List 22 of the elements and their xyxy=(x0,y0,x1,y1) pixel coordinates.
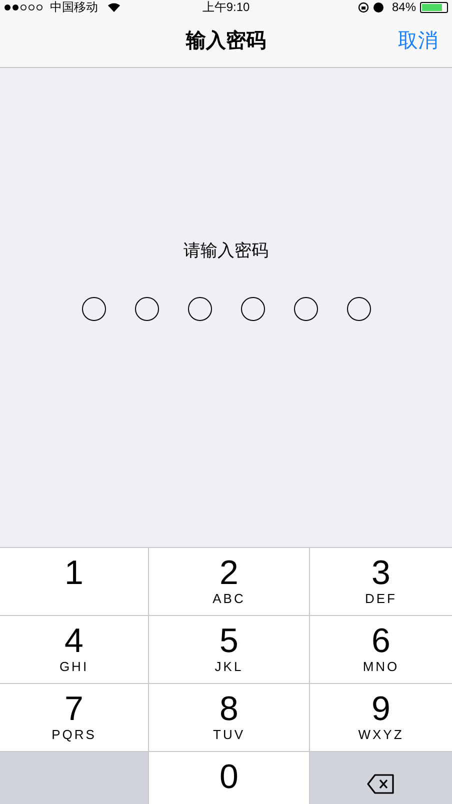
keypad-key[interactable]: 6 MNO xyxy=(310,616,452,683)
keypad-key[interactable]: 2 ABC xyxy=(149,548,309,615)
battery-percent: 84% xyxy=(392,1,416,13)
carrier-name: 中国移动 xyxy=(50,1,98,13)
keypad-key[interactable]: 7 PQRS xyxy=(0,684,148,751)
rotation-lock-icon xyxy=(358,2,369,12)
screen-title: 输入密码 xyxy=(186,28,266,54)
keypad-key[interactable]: 4 GHI xyxy=(0,616,148,683)
keypad-key[interactable]: 9 WXYZ xyxy=(310,684,452,751)
keypad-key[interactable]: 5 JKL xyxy=(149,616,309,683)
signal-icon xyxy=(4,4,44,10)
cancel-button[interactable]: 取消 xyxy=(398,26,438,56)
keypad-key[interactable]: 8 TUV xyxy=(149,684,309,751)
delete-key[interactable] xyxy=(310,752,452,804)
clock-time: 上午9:10 xyxy=(201,1,251,13)
keypad-key[interactable]: 0 xyxy=(149,752,309,804)
keypad-key[interactable]: 3 DEF xyxy=(310,548,452,615)
wifi-icon xyxy=(108,2,120,12)
backspace-icon xyxy=(367,774,395,794)
passcode-prompt: 请输入密码 xyxy=(184,240,268,262)
keypad-key[interactable]: 1 xyxy=(0,548,148,615)
battery-icon xyxy=(420,2,448,12)
